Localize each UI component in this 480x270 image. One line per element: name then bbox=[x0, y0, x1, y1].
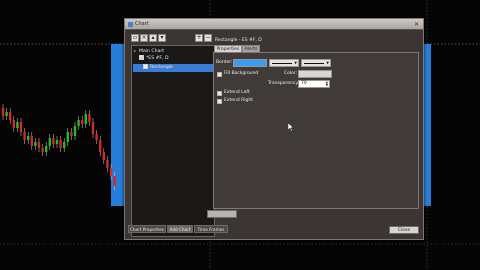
border-label: Border: bbox=[216, 60, 233, 65]
move-down-icon[interactable]: ▾ bbox=[158, 34, 166, 42]
delete-icon[interactable]: × bbox=[140, 34, 148, 42]
border-style-dropdown[interactable]: ▼ bbox=[269, 59, 299, 67]
candle-body bbox=[70, 132, 73, 136]
series-checkbox[interactable]: ✓ bbox=[139, 55, 144, 60]
extend-left-checkbox[interactable] bbox=[217, 91, 222, 96]
chart-tree: ▸ Main Chart ✓ *ES #F, D Rectangle bbox=[131, 45, 215, 237]
extend-right-label: Extend Right bbox=[224, 98, 254, 103]
candle-body bbox=[27, 136, 30, 140]
new-icon[interactable]: ▫ bbox=[131, 34, 139, 42]
border-color-swatch[interactable] bbox=[233, 59, 267, 67]
rectangle-checkbox[interactable] bbox=[143, 64, 148, 69]
line-style-preview bbox=[272, 63, 292, 64]
chevron-down-icon: ▼ bbox=[326, 61, 329, 65]
transparency-stepper[interactable]: 70 ▲ ▼ bbox=[298, 80, 330, 88]
tab-add-chart[interactable]: Add Chart bbox=[167, 225, 193, 233]
fill-background-checkbox[interactable] bbox=[217, 72, 222, 77]
candle-body bbox=[63, 142, 66, 148]
border-width-dropdown[interactable]: ▼ bbox=[301, 59, 331, 67]
candle-body bbox=[84, 114, 87, 124]
chevron-down-icon: ▼ bbox=[294, 61, 297, 65]
mouse-cursor-icon bbox=[288, 123, 294, 132]
tree-item-rectangle[interactable]: Rectangle bbox=[133, 64, 214, 72]
candle-body bbox=[45, 146, 48, 152]
fill-background-label: Fill Background bbox=[224, 71, 259, 76]
dialog-title: Chart bbox=[135, 21, 149, 27]
candle-body bbox=[34, 142, 37, 146]
candle-body bbox=[81, 120, 84, 124]
add-icon[interactable]: + bbox=[195, 34, 203, 42]
move-up-icon[interactable]: ▴ bbox=[149, 34, 157, 42]
candle-body bbox=[12, 120, 15, 128]
candle-body bbox=[102, 152, 105, 160]
candle-body bbox=[48, 138, 51, 146]
line-width-preview bbox=[304, 63, 324, 64]
tree-item-label: Rectangle bbox=[150, 65, 173, 70]
transparency-value: 70 bbox=[301, 81, 307, 86]
candle-body bbox=[5, 112, 8, 116]
color-label: Color: bbox=[284, 71, 298, 76]
candle-body bbox=[41, 148, 44, 152]
tab-time-frames[interactable]: Time Frames bbox=[194, 225, 228, 233]
tree-toolbar: ▫ × ▴ ▾ + − bbox=[131, 34, 212, 43]
tree-item-series[interactable]: ✓ *ES #F, D bbox=[139, 55, 169, 63]
candle-body bbox=[1, 108, 5, 116]
candle-body bbox=[95, 134, 98, 140]
extend-right-checkbox[interactable] bbox=[217, 99, 222, 104]
candle-body bbox=[99, 140, 102, 152]
remove-icon[interactable]: − bbox=[204, 34, 212, 42]
candle-body bbox=[106, 160, 109, 168]
close-button[interactable]: Close bbox=[389, 226, 419, 234]
candle-body bbox=[73, 126, 77, 136]
candle-body bbox=[23, 132, 26, 140]
stepper-arrows-icon[interactable]: ▲ ▼ bbox=[326, 81, 328, 87]
candle-body bbox=[66, 132, 69, 142]
candle-body bbox=[88, 114, 91, 122]
fill-color-swatch[interactable] bbox=[298, 70, 332, 78]
candle-body bbox=[30, 136, 33, 146]
properties-panel: Border: ▼ ▼ Fill Background Color: Trans… bbox=[213, 52, 419, 209]
transparency-label: Transparency: bbox=[268, 81, 300, 86]
apply-button[interactable] bbox=[207, 210, 237, 218]
candle-body bbox=[91, 122, 95, 134]
dialog-titlebar[interactable]: Chart ✕ bbox=[125, 19, 423, 30]
extend-left-label: Extend Left bbox=[224, 90, 250, 95]
tab-chart-properties[interactable]: Chart Properties bbox=[128, 225, 166, 233]
candle-body bbox=[113, 176, 116, 186]
chart-dialog: Chart ✕ ▫ × ▴ ▾ + − ▸ Main Chart ✓ *ES #F,… bbox=[124, 18, 424, 240]
candle-body bbox=[109, 168, 113, 176]
candle-body bbox=[59, 140, 62, 148]
tree-item-label: *ES #F, D bbox=[146, 56, 169, 61]
candle-body bbox=[77, 120, 80, 126]
candle-body bbox=[52, 138, 55, 144]
app-icon bbox=[128, 22, 133, 27]
close-icon[interactable]: ✕ bbox=[413, 21, 420, 28]
tree-item-main-chart[interactable]: ▸ Main Chart bbox=[134, 47, 164, 55]
candle-body bbox=[9, 112, 12, 120]
panel-title: Rectangle - ES #F, D bbox=[215, 38, 262, 43]
candle-body bbox=[55, 140, 59, 144]
candle-body bbox=[19, 122, 23, 132]
candle-body bbox=[37, 142, 41, 148]
candle-body bbox=[16, 122, 19, 128]
